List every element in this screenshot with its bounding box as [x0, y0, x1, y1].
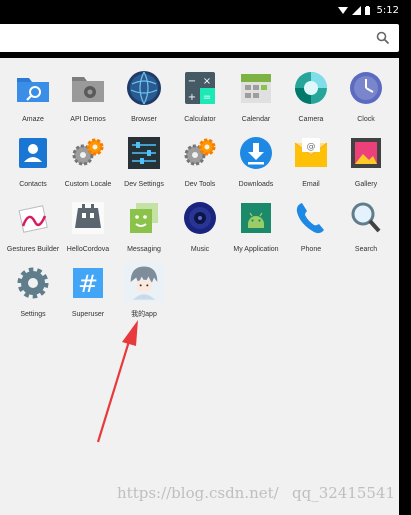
- status-bar: 5:12: [0, 0, 411, 24]
- annotation-arrow-icon: [96, 320, 138, 443]
- search-icon[interactable]: [376, 31, 390, 45]
- clock-icon: [350, 72, 382, 104]
- api-demos-folder-icon: [72, 77, 104, 102]
- search-magnifier-icon: [351, 202, 381, 233]
- calendar-icon: [241, 74, 271, 103]
- app-amaze[interactable]: Amaze: [3, 70, 63, 136]
- gallery-icon: [351, 138, 381, 168]
- app-custom-locale[interactable]: Custom Locale: [58, 135, 118, 201]
- browser-globe-icon: [127, 71, 161, 105]
- email-icon: @: [294, 138, 328, 167]
- app-music[interactable]: Music: [170, 200, 230, 266]
- svg-text:=: =: [203, 92, 211, 103]
- app-clock[interactable]: Clock: [336, 70, 396, 136]
- watermark-right: qq_32415541: [292, 484, 411, 502]
- downloads-icon: [240, 137, 272, 169]
- app-contacts[interactable]: Contacts: [3, 135, 63, 201]
- app-dev-tools[interactable]: Dev Tools: [170, 135, 230, 201]
- app-label: Search: [354, 246, 378, 253]
- messaging-icon: [130, 203, 158, 233]
- dev-settings-icon: [128, 137, 160, 169]
- superuser-hash-icon: #: [73, 268, 103, 298]
- app-search[interactable]: Search: [336, 200, 396, 266]
- music-speaker-icon: [184, 202, 216, 234]
- app-drawer: Amaze API Demos Browser − × + = Calculat…: [0, 58, 399, 515]
- anime-avatar-icon: [124, 262, 164, 302]
- custom-locale-gear-icon: [72, 138, 104, 166]
- status-icons: 5:12: [337, 5, 399, 16]
- settings-gear-icon: [17, 267, 49, 299]
- app-hellocordova[interactable]: HelloCordova: [58, 200, 118, 266]
- app-api-demos[interactable]: API Demos: [58, 70, 118, 136]
- app-messaging[interactable]: Messaging: [114, 200, 174, 266]
- app-search-bar[interactable]: [0, 24, 399, 52]
- app-browser[interactable]: Browser: [114, 70, 174, 136]
- app-calendar[interactable]: Calendar: [226, 70, 286, 136]
- app-phone[interactable]: Phone: [281, 200, 341, 266]
- app-settings[interactable]: Settings: [3, 265, 63, 331]
- screen-bezel: [399, 24, 411, 515]
- app-email[interactable]: @ Email: [281, 135, 341, 201]
- app-gallery[interactable]: Gallery: [336, 135, 396, 201]
- app-gestures-builder[interactable]: Gestures Builder: [3, 200, 63, 266]
- app-my-application[interactable]: My Application: [226, 200, 286, 266]
- contacts-icon: [19, 138, 47, 168]
- calculator-icon: − × + =: [185, 72, 215, 104]
- watermark-left: https://blog.csdn.net/: [117, 484, 279, 502]
- app-downloads[interactable]: Downloads: [226, 135, 286, 201]
- wifi-icon: [337, 7, 348, 14]
- watermark-text: qq_32415541: [292, 484, 396, 502]
- camera-icon: [295, 72, 327, 104]
- app-label: Gallery: [354, 181, 378, 188]
- dev-tools-gear-icon: [184, 138, 216, 166]
- signal-icon: [351, 6, 361, 15]
- app-camera[interactable]: Camera: [281, 70, 341, 136]
- cordova-robot-icon: [72, 202, 104, 234]
- phone-icon: [296, 203, 324, 234]
- app-label: Clock: [357, 116, 375, 123]
- app-dev-settings[interactable]: Dev Settings: [114, 135, 174, 201]
- svg-text:−: −: [188, 76, 196, 87]
- amaze-folder-icon: [17, 78, 49, 102]
- svg-text:@: @: [307, 142, 316, 152]
- battery-icon: [364, 6, 370, 15]
- app-calculator[interactable]: − × + = Calculator: [170, 70, 230, 136]
- svg-text:+: +: [188, 92, 196, 103]
- svg-text:#: #: [78, 270, 98, 298]
- svg-text:×: ×: [203, 76, 211, 87]
- gestures-builder-icon: [18, 205, 48, 233]
- status-time: 5:12: [376, 5, 399, 16]
- android-app-icon: [241, 203, 271, 233]
